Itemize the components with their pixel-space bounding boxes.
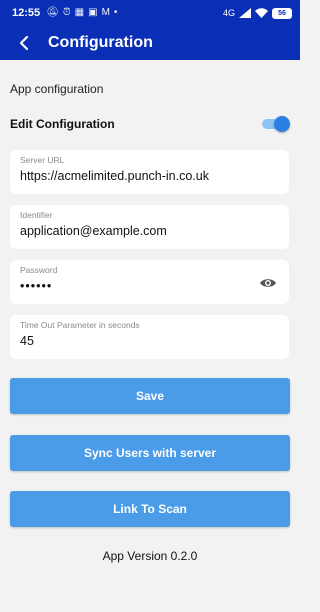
dot-icon: • bbox=[113, 7, 118, 18]
page-title: Configuration bbox=[48, 34, 153, 51]
status-right: 4G 56 bbox=[222, 7, 292, 19]
wifi-icon bbox=[255, 8, 268, 18]
qr-icon: ▣ bbox=[88, 7, 98, 18]
alarm-icon: ⏰︎ bbox=[62, 7, 71, 18]
sync-users-button[interactable]: Sync Users with server bbox=[10, 435, 290, 471]
signal-icon bbox=[239, 8, 251, 18]
password-field[interactable]: Password •••••• bbox=[10, 260, 289, 304]
section-title: App configuration bbox=[10, 82, 104, 96]
save-button[interactable]: Save bbox=[10, 378, 290, 414]
server-url-field[interactable]: Server URL https://acmelimited.punch-in.… bbox=[10, 150, 289, 194]
server-url-input[interactable]: https://acmelimited.punch-in.co.uk bbox=[20, 169, 250, 183]
edit-configuration-label: Edit Configuration bbox=[10, 117, 115, 131]
battery-icon: 56 bbox=[272, 7, 292, 19]
app-bar: Configuration bbox=[0, 26, 300, 60]
password-label: Password bbox=[20, 265, 58, 275]
back-arrow-icon bbox=[19, 35, 29, 51]
status-bar: 12:55 🔕︎ ⏰︎ ▦ ▣ M • 4G 56 bbox=[0, 0, 300, 26]
link-to-scan-button[interactable]: Link To Scan bbox=[10, 491, 290, 527]
mail-icon: M bbox=[101, 7, 110, 18]
timeout-field[interactable]: Time Out Parameter in seconds 45 bbox=[10, 315, 289, 359]
app-version: App Version 0.2.0 bbox=[102, 549, 198, 563]
identifier-input[interactable]: application@example.com bbox=[20, 224, 250, 238]
calendar-icon: ▦ bbox=[74, 7, 85, 18]
edit-configuration-toggle[interactable] bbox=[260, 115, 290, 133]
edit-configuration-row: Edit Configuration bbox=[10, 114, 290, 134]
back-button[interactable] bbox=[6, 26, 42, 60]
identifier-label: Identifier bbox=[20, 210, 53, 220]
identifier-field[interactable]: Identifier application@example.com bbox=[10, 205, 289, 249]
timeout-label: Time Out Parameter in seconds bbox=[20, 320, 140, 330]
toggle-thumb bbox=[274, 116, 290, 132]
mute-notification-icon: 🔕︎ bbox=[46, 7, 59, 18]
show-password-icon[interactable] bbox=[259, 277, 277, 289]
password-input[interactable]: •••••• bbox=[20, 279, 250, 293]
status-time: 12:55 bbox=[12, 7, 41, 19]
status-left: 12:55 🔕︎ ⏰︎ ▦ ▣ M • bbox=[12, 7, 117, 19]
network-type: 4G bbox=[222, 8, 235, 18]
timeout-input[interactable]: 45 bbox=[20, 334, 250, 348]
server-url-label: Server URL bbox=[20, 155, 65, 165]
